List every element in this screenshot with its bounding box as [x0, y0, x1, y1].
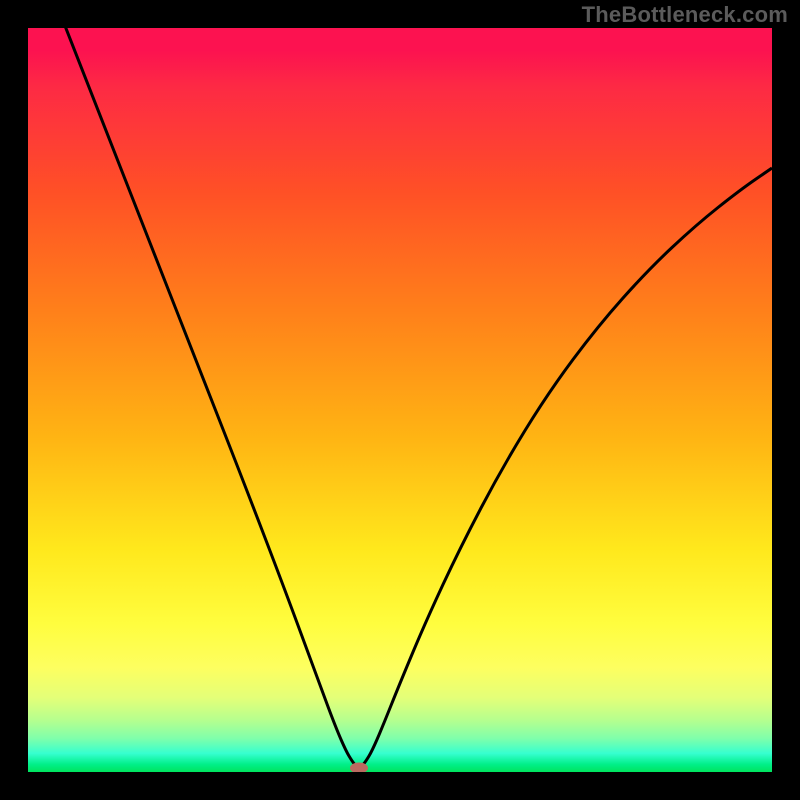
plot-area [28, 28, 772, 772]
chart-frame: TheBottleneck.com [0, 0, 800, 800]
watermark-text: TheBottleneck.com [582, 2, 788, 28]
bottleneck-curve [28, 28, 772, 772]
optimum-marker [350, 763, 368, 773]
curve-path [58, 28, 772, 768]
